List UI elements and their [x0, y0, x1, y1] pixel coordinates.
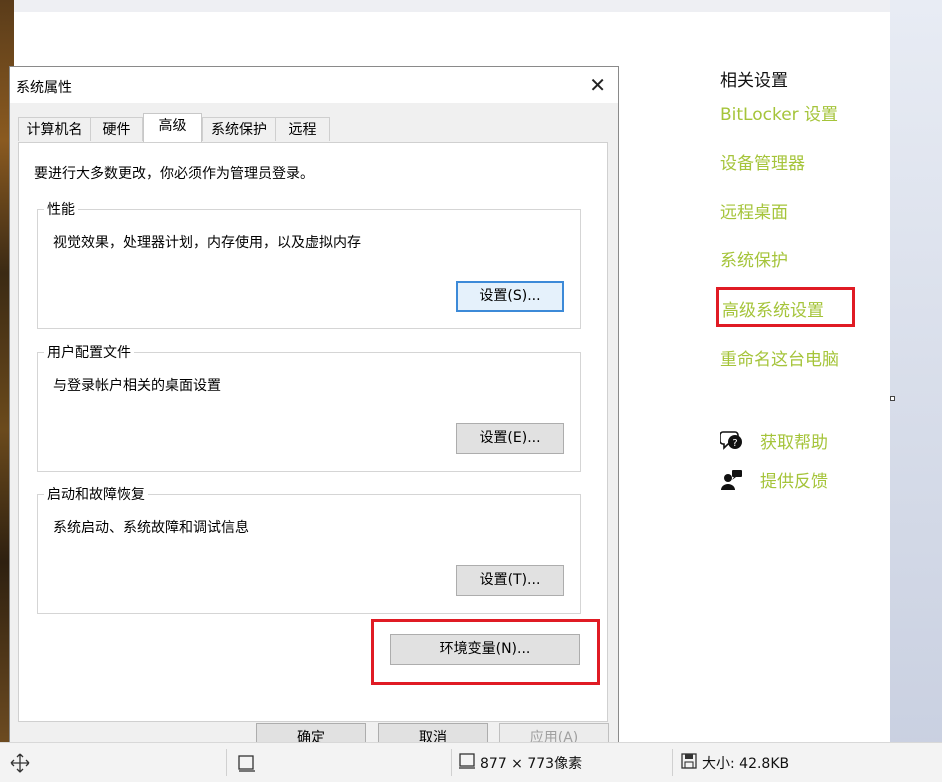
- feedback-label: 提供反馈: [760, 472, 828, 492]
- file-size-text: 大小: 42.8KB: [702, 755, 790, 772]
- tab-remote[interactable]: 远程: [275, 117, 330, 141]
- dialog-titlebar[interactable]: 系统属性 ✕: [10, 67, 618, 103]
- user-profiles-legend: 用户配置文件: [44, 342, 134, 362]
- user-profiles-description: 与登录帐户相关的桌面设置: [53, 378, 221, 394]
- startup-recovery-legend: 启动和故障恢复: [44, 484, 148, 504]
- link-system-protection[interactable]: 系统保护: [720, 246, 788, 271]
- startup-recovery-settings-button[interactable]: 设置(T)...: [456, 565, 564, 596]
- tab-system-protection[interactable]: 系统保护: [202, 117, 276, 141]
- resize-handle[interactable]: [890, 396, 895, 401]
- tab-advanced[interactable]: 高级: [143, 113, 202, 142]
- feedback-link[interactable]: 提供反馈: [720, 467, 828, 492]
- status-separator: [226, 749, 227, 776]
- related-heading: 相关设置: [720, 71, 788, 91]
- close-icon[interactable]: ✕: [589, 73, 606, 97]
- move-icon[interactable]: [10, 743, 30, 782]
- file-size: 大小: 42.8KB: [680, 743, 789, 782]
- highlight-box-env-vars: [371, 619, 600, 685]
- background-top: [0, 0, 942, 12]
- performance-settings-button[interactable]: 设置(S)...: [456, 281, 564, 312]
- link-device-manager[interactable]: 设备管理器: [720, 149, 805, 174]
- svg-text:?: ?: [732, 438, 737, 449]
- admin-notice: 要进行大多数更改，你必须作为管理员登录。: [34, 166, 314, 182]
- link-bitlocker[interactable]: BitLocker 设置: [720, 100, 838, 125]
- background-desktop: [890, 0, 942, 781]
- highlight-box-advanced: [716, 287, 855, 327]
- user-profiles-settings-button[interactable]: 设置(E)...: [456, 423, 564, 454]
- dimensions-icon: [458, 752, 476, 774]
- link-remote-desktop[interactable]: 远程桌面: [720, 198, 788, 223]
- tab-computer-name[interactable]: 计算机名: [18, 117, 91, 141]
- dialog-title: 系统属性: [16, 80, 72, 96]
- link-rename-pc[interactable]: 重命名这台电脑: [720, 345, 839, 370]
- selection-icon: [236, 743, 256, 782]
- performance-description: 视觉效果，处理器计划，内存使用，以及虚拟内存: [53, 235, 361, 251]
- status-separator: [672, 749, 673, 776]
- tab-hardware[interactable]: 硬件: [90, 117, 143, 141]
- save-icon: [680, 752, 698, 774]
- startup-recovery-description: 系统启动、系统故障和调试信息: [53, 520, 249, 536]
- get-help-label: 获取帮助: [760, 433, 828, 453]
- performance-group: 性能 视觉效果，处理器计划，内存使用，以及虚拟内存 设置(S)...: [37, 199, 581, 329]
- status-bar: 877 × 773像素 大小: 42.8KB: [0, 742, 942, 782]
- image-dimensions: 877 × 773像素: [458, 743, 582, 782]
- get-help-link[interactable]: ? 获取帮助: [719, 428, 828, 453]
- dimensions-text: 877 × 773像素: [480, 755, 583, 772]
- startup-recovery-group: 启动和故障恢复 系统启动、系统故障和调试信息 设置(T)...: [37, 484, 581, 614]
- status-separator: [451, 749, 452, 776]
- user-profiles-group: 用户配置文件 与登录帐户相关的桌面设置 设置(E)...: [37, 342, 581, 472]
- feedback-icon: [720, 469, 744, 491]
- chat-help-icon: ?: [719, 430, 744, 452]
- performance-legend: 性能: [44, 199, 78, 219]
